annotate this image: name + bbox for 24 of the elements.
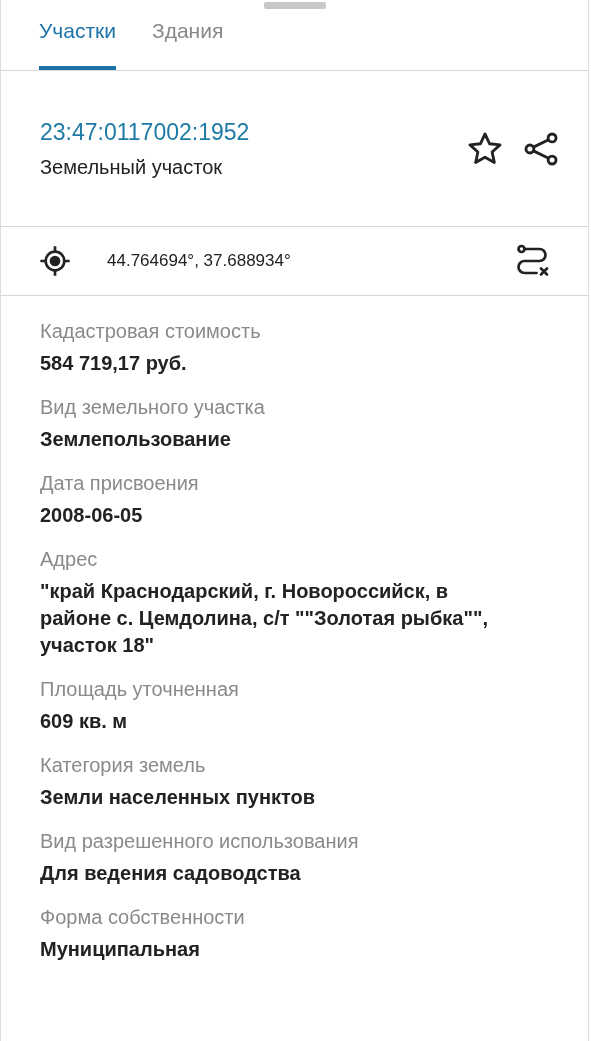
field-label: Вид земельного участка bbox=[40, 396, 266, 419]
field-label: Форма собственности bbox=[40, 906, 246, 929]
field-value: Землепользование bbox=[40, 427, 232, 452]
field-label: Адрес bbox=[40, 548, 99, 571]
location-target-icon[interactable] bbox=[39, 245, 71, 277]
field-value: Земли населенных пунктов bbox=[40, 785, 316, 810]
field-value: 584 719,17 руб. bbox=[40, 351, 188, 376]
field-label: Вид разрешенного использования bbox=[40, 830, 360, 853]
field-value: 609 кв. м bbox=[40, 709, 129, 734]
coordinates: 44.764694°, 37.688934° bbox=[107, 251, 292, 271]
tab[interactable]: Участки bbox=[39, 9, 116, 70]
field-value: Муниципальная bbox=[40, 937, 201, 962]
cadastral-number[interactable]: 23:47:0117002:1952 bbox=[40, 118, 448, 146]
field-value: 2008-06-05 bbox=[40, 503, 144, 528]
field-label: Категория земель bbox=[40, 754, 207, 777]
field-value: "край Краснодарский, г. Новороссийск, в районе с. Цемдолина, с/т ""Золотая рыбка"", участок 18" bbox=[40, 579, 489, 658]
parcel-type: Земельный участок bbox=[40, 155, 223, 179]
tab[interactable]: Здания bbox=[152, 9, 224, 70]
field-label: Дата присвоения bbox=[40, 472, 200, 495]
route-icon[interactable] bbox=[514, 243, 550, 279]
field-label: Площадь уточненная bbox=[40, 678, 240, 701]
field-label: Кадастровая стоимость bbox=[40, 320, 262, 343]
drag-handle[interactable] bbox=[263, 2, 326, 9]
field-value: Для ведения садоводства bbox=[40, 861, 302, 886]
